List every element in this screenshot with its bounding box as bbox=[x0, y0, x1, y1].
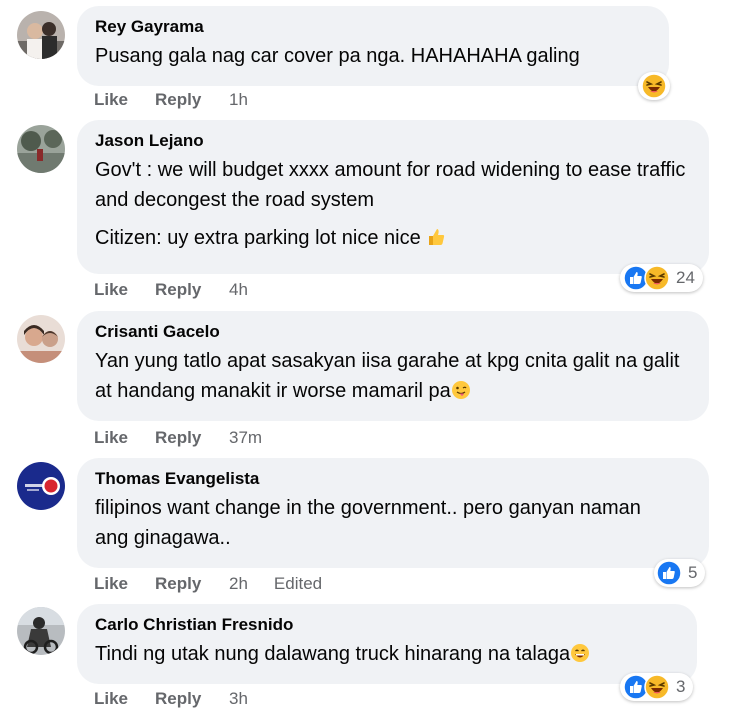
like-reaction-icon bbox=[656, 560, 682, 586]
reply-button[interactable]: Reply bbox=[155, 574, 229, 594]
comment-paragraph: Tindi ng utak nung dalawang truck hinara… bbox=[95, 639, 679, 669]
comment-paragraph: Yan yung tatlo apat sasakyan iisa garahe… bbox=[95, 346, 691, 406]
edited-label[interactable]: Edited bbox=[274, 574, 322, 594]
tongue-out-emoji-icon bbox=[451, 381, 470, 399]
grinning-emoji-icon bbox=[571, 644, 590, 662]
comment-bubble: Rey Gayrama Pusang gala nag car cover pa… bbox=[77, 6, 669, 86]
reaction-count: 3 bbox=[676, 677, 686, 696]
reaction-summary[interactable]: 24 bbox=[620, 264, 703, 292]
comment-bubble: Carlo Christian Fresnido Tindi ng utak n… bbox=[77, 604, 697, 684]
laugh-reaction-icon bbox=[644, 674, 670, 700]
comment-paragraph-text: Citizen: uy extra parking lot nice nice bbox=[95, 227, 421, 249]
comment-timestamp[interactable]: 4h bbox=[229, 280, 248, 300]
comment-author[interactable]: Crisanti Gacelo bbox=[95, 321, 691, 343]
reply-button[interactable]: Reply bbox=[155, 280, 229, 300]
laugh-reaction-icon bbox=[644, 265, 670, 291]
like-button[interactable]: Like bbox=[94, 280, 155, 300]
reaction-count: 24 bbox=[676, 268, 695, 287]
comment-actions: Like Reply 3h bbox=[94, 689, 248, 709]
comment-author[interactable]: Carlo Christian Fresnido bbox=[95, 614, 679, 636]
like-button[interactable]: Like bbox=[94, 574, 155, 594]
reply-button[interactable]: Reply bbox=[155, 689, 229, 709]
avatar[interactable] bbox=[17, 607, 65, 655]
laugh-reaction-icon bbox=[641, 73, 667, 99]
like-button[interactable]: Like bbox=[94, 428, 155, 448]
reaction-summary[interactable]: 5 bbox=[654, 559, 706, 587]
reaction-summary[interactable]: 3 bbox=[620, 673, 694, 701]
avatar[interactable] bbox=[17, 11, 65, 59]
comment-paragraph: Gov't : we will budget xxxx amount for r… bbox=[95, 159, 686, 211]
comment-text: Pusang gala nag car cover pa nga. HAHAHA… bbox=[95, 41, 651, 71]
reply-button[interactable]: Reply bbox=[155, 90, 229, 110]
comment-author[interactable]: Rey Gayrama bbox=[95, 16, 651, 38]
like-button[interactable]: Like bbox=[94, 689, 155, 709]
comment-timestamp[interactable]: 2h bbox=[229, 574, 248, 594]
comment-bubble: Crisanti Gacelo Yan yung tatlo apat sasa… bbox=[77, 311, 709, 421]
comment-bubble: Jason Lejano Gov't : we will budget xxxx… bbox=[77, 120, 709, 274]
avatar[interactable] bbox=[17, 462, 65, 510]
comment-paragraph-text: Yan yung tatlo apat sasakyan iisa garahe… bbox=[95, 350, 680, 402]
comment-paragraph: Pusang gala nag car cover pa nga. HAHAHA… bbox=[95, 45, 580, 67]
comment-text: filipinos want change in the government.… bbox=[95, 493, 655, 553]
comment-timestamp[interactable]: 3h bbox=[229, 689, 248, 709]
comment-paragraph: filipinos want change in the government.… bbox=[95, 497, 641, 549]
avatar[interactable] bbox=[17, 125, 65, 173]
comment-actions: Like Reply 4h bbox=[94, 280, 248, 300]
comment-timestamp[interactable]: 1h bbox=[229, 90, 248, 110]
reply-button[interactable]: Reply bbox=[155, 428, 229, 448]
comment-actions: Like Reply 37m bbox=[94, 428, 262, 448]
comment-actions: Like Reply 2h Edited bbox=[94, 574, 322, 594]
like-button[interactable]: Like bbox=[94, 90, 155, 110]
reaction-count: 5 bbox=[688, 563, 698, 582]
comment-author[interactable]: Jason Lejano bbox=[95, 130, 691, 152]
comment-actions: Like Reply 1h bbox=[94, 90, 248, 110]
comment-text: Gov't : we will budget xxxx amount for r… bbox=[95, 155, 691, 253]
reaction-summary[interactable] bbox=[638, 72, 670, 100]
avatar[interactable] bbox=[17, 315, 65, 363]
comment-text: Yan yung tatlo apat sasakyan iisa garahe… bbox=[95, 346, 691, 406]
comment-author[interactable]: Thomas Evangelista bbox=[95, 468, 691, 490]
comment-bubble: Thomas Evangelista filipinos want change… bbox=[77, 458, 709, 568]
comment-paragraph-text: Tindi ng utak nung dalawang truck hinara… bbox=[95, 643, 571, 665]
comment-text: Tindi ng utak nung dalawang truck hinara… bbox=[95, 639, 679, 669]
thumbs-up-emoji-icon bbox=[429, 229, 445, 245]
comment-paragraph: Citizen: uy extra parking lot nice nice bbox=[95, 223, 691, 253]
comment-timestamp[interactable]: 37m bbox=[229, 428, 262, 448]
